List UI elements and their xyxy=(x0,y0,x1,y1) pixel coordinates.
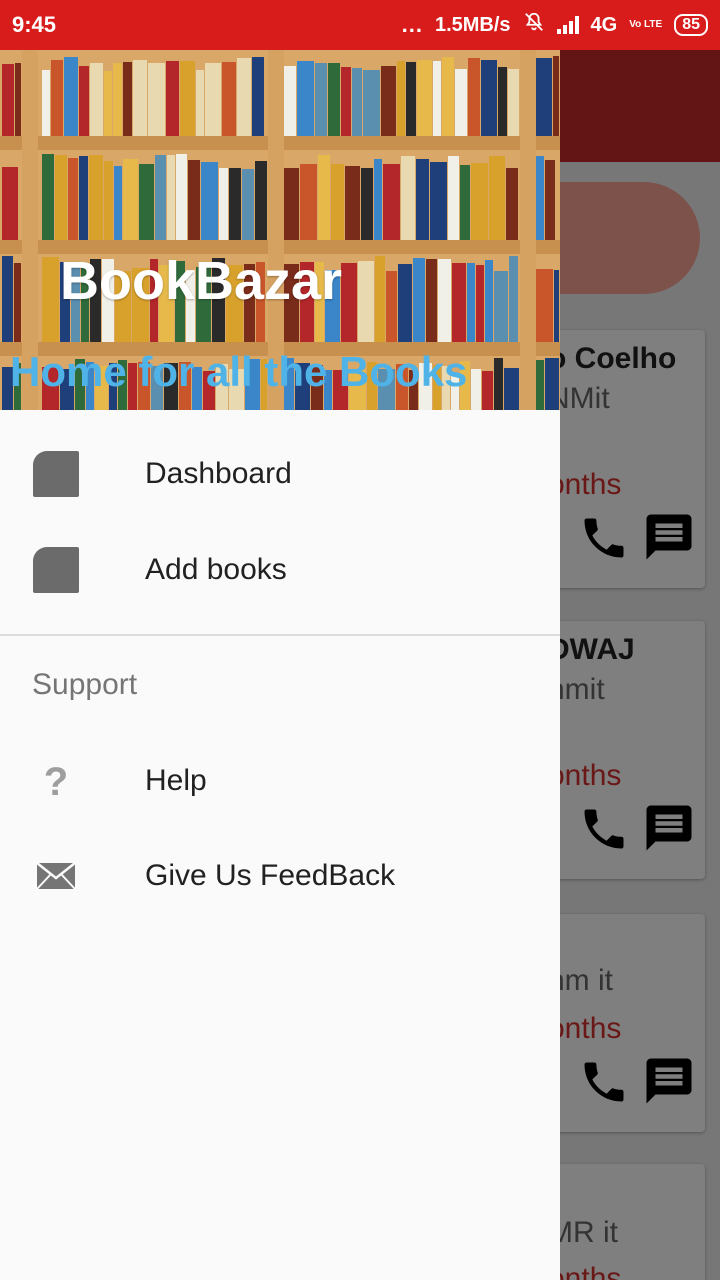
folder-icon xyxy=(32,450,80,498)
menu-item-add-books[interactable]: Add books xyxy=(0,522,560,618)
status-bar: 9:45 ... 1.5MB/s 4G Vo LTE 85 xyxy=(0,0,720,50)
menu-item-feedback[interactable]: Give Us FeedBack xyxy=(0,828,560,924)
volte-badge: Vo LTE xyxy=(629,19,663,30)
menu-divider xyxy=(0,634,560,636)
menu-item-label: Add books xyxy=(145,553,287,586)
mute-icon xyxy=(523,11,545,39)
network-speed: 1.5MB/s xyxy=(434,13,511,36)
menu-item-label: Dashboard xyxy=(145,457,292,490)
notification-dots: ... xyxy=(401,12,423,37)
app-title: BookBazar xyxy=(60,251,343,311)
menu-item-help[interactable]: ? Help xyxy=(0,733,560,829)
svg-text:?: ? xyxy=(44,761,68,801)
drawer-header: BookBazar Home for all the Books xyxy=(0,50,560,410)
folder-icon xyxy=(32,546,80,594)
menu-item-label: Give Us FeedBack xyxy=(145,859,396,892)
signal-icon xyxy=(556,16,579,34)
menu-item-dashboard[interactable]: Dashboard xyxy=(0,426,560,522)
network-type: 4G xyxy=(590,13,618,36)
support-section-label: Support xyxy=(32,668,138,701)
question-icon: ? xyxy=(32,757,80,805)
mail-icon xyxy=(32,852,80,900)
status-time: 9:45 xyxy=(12,12,57,37)
battery-icon: 85 xyxy=(674,14,708,36)
navigation-drawer: BookBazar Home for all the Books Dashboa… xyxy=(0,50,560,1280)
menu-item-label: Help xyxy=(145,764,207,797)
status-indicators: ... 1.5MB/s 4G Vo LTE 85 xyxy=(402,11,708,39)
app-subtitle: Home for all the Books xyxy=(10,348,468,395)
